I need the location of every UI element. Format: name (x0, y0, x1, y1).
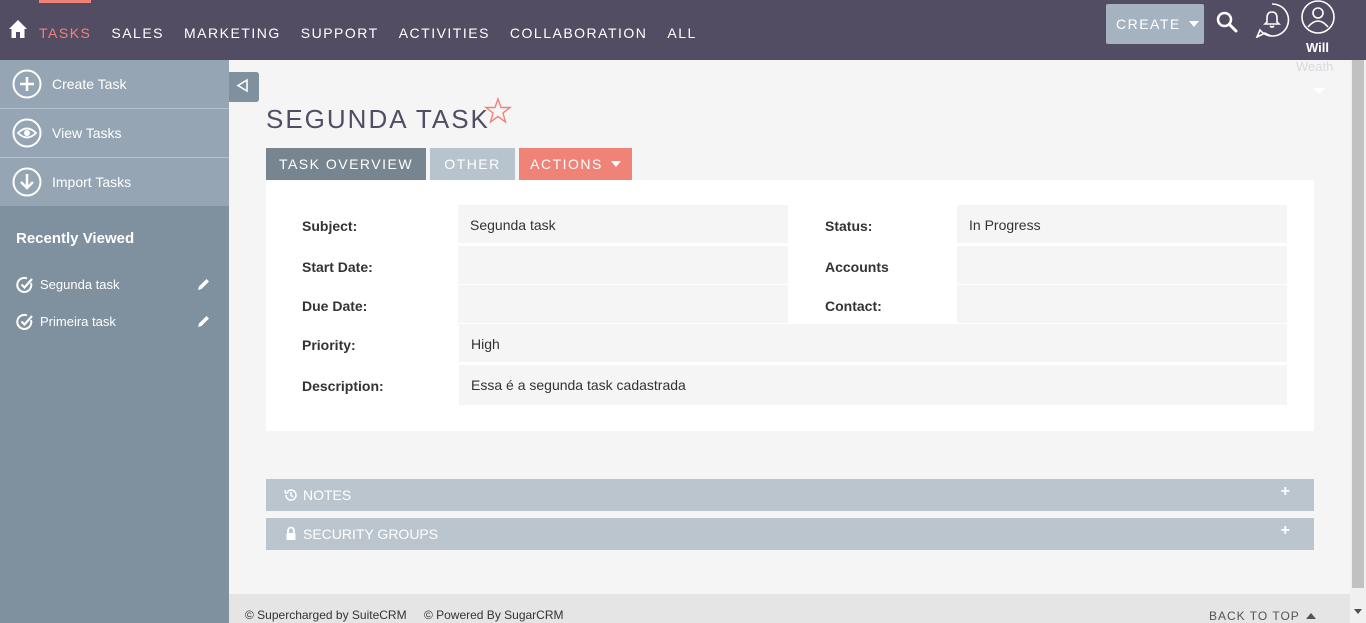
status-label: Status: (825, 218, 873, 234)
recent-item-label: Segunda task (40, 277, 120, 292)
sidebar-action-create-task[interactable]: Create Task (0, 60, 229, 109)
nav-item-marketing[interactable]: MARKETING (184, 0, 281, 60)
task-check-icon (16, 276, 33, 293)
nav-item-activities[interactable]: ACTIVITIES (399, 0, 490, 60)
recently-viewed-heading: Recently Viewed (16, 230, 135, 247)
history-icon (284, 489, 297, 501)
download-icon (12, 167, 42, 197)
priority-label: Priority: (302, 337, 356, 353)
status-value[interactable]: In Progress (957, 205, 1287, 243)
scroll-down-arrow-icon[interactable] (1354, 609, 1362, 614)
scrollbar-thumb[interactable] (1352, 60, 1364, 588)
nav-item-all[interactable]: ALL (667, 0, 696, 60)
accounts-label: Accounts (825, 259, 889, 275)
start-date-label: Start Date: (302, 259, 373, 275)
subpanel-notes-label: NOTES (303, 487, 352, 503)
sidebar-actions: Create Task View Tasks Import Tasks (0, 60, 229, 206)
pencil-icon[interactable] (196, 314, 211, 329)
sidebar: Create Task View Tasks Import Tasks Rece… (0, 60, 229, 623)
recent-item-label: Primeira task (40, 314, 116, 329)
accounts-value[interactable] (957, 246, 1287, 284)
back-to-top-label: BACK TO TOP (1209, 609, 1300, 623)
home-icon[interactable] (8, 19, 28, 39)
nav-menu: TASKS SALES MARKETING SUPPORT ACTIVITIES… (39, 0, 717, 60)
footer-credits: © Supercharged by SuiteCRM © Powered By … (245, 608, 578, 622)
subject-value[interactable]: Segunda task (458, 205, 788, 243)
actions-dropdown[interactable]: ACTIONS (519, 148, 632, 180)
user-name-overflow: Weath (1296, 59, 1334, 74)
description-label: Description: (302, 378, 384, 394)
create-button[interactable]: CREATE (1106, 4, 1204, 44)
recent-item-segunda-task[interactable]: Segunda task (0, 266, 229, 303)
description-value[interactable]: Essa é a segunda task cadastrada (459, 365, 1287, 405)
back-to-top-link[interactable]: BACK TO TOP (1209, 609, 1316, 623)
nav-item-collaboration[interactable]: COLLABORATION (510, 0, 648, 60)
page-scrollbar[interactable] (1350, 60, 1366, 623)
user-menu-caret-icon[interactable] (1313, 88, 1325, 94)
lock-icon (286, 526, 296, 540)
recent-item-primeira-task[interactable]: Primeira task (0, 303, 229, 340)
contact-label: Contact: (825, 298, 882, 314)
task-check-icon (16, 313, 33, 330)
contact-value[interactable] (957, 285, 1287, 323)
sidebar-action-view-tasks[interactable]: View Tasks (0, 109, 229, 158)
detail-panel: Subject: Segunda task Status: In Progres… (266, 180, 1314, 431)
tab-other[interactable]: OTHER (430, 148, 515, 180)
user-name[interactable]: Will (1306, 40, 1329, 55)
favorite-star-icon[interactable] (484, 97, 512, 125)
sidebar-action-label: View Tasks (52, 125, 122, 141)
subpanel-notes[interactable]: NOTES + (266, 479, 1314, 511)
top-nav: TASKS SALES MARKETING SUPPORT ACTIVITIES… (0, 0, 1366, 60)
sidebar-action-import-tasks[interactable]: Import Tasks (0, 158, 229, 206)
subpanel-security-label: SECURITY GROUPS (303, 526, 439, 542)
subject-label: Subject: (302, 218, 358, 234)
suitecrm-credit-link[interactable]: © Supercharged by SuiteCRM (245, 608, 407, 622)
caret-up-icon (1305, 613, 1316, 619)
sidebar-action-label: Create Task (52, 76, 127, 92)
expand-plus-icon[interactable]: + (1281, 522, 1290, 540)
footer: © Supercharged by SuiteCRM © Powered By … (229, 594, 1350, 623)
nav-item-tasks[interactable]: TASKS (39, 0, 92, 60)
eye-icon (12, 118, 42, 148)
caret-down-icon (1188, 21, 1199, 27)
sidebar-action-label: Import Tasks (52, 174, 132, 190)
nav-item-sales[interactable]: SALES (111, 0, 164, 60)
sidebar-collapse-button[interactable] (229, 72, 259, 102)
tab-task-overview[interactable]: TASK OVERVIEW (266, 148, 426, 180)
plus-circle-icon (12, 69, 42, 99)
notifications-bell-icon[interactable] (1254, 2, 1290, 38)
page-title: SEGUNDA TASK (266, 104, 490, 134)
user-avatar-icon[interactable] (1300, 0, 1336, 36)
priority-value[interactable]: High (459, 324, 1287, 362)
expand-plus-icon[interactable]: + (1281, 483, 1290, 501)
caret-down-icon (610, 161, 621, 167)
nav-item-support[interactable]: SUPPORT (301, 0, 379, 60)
search-icon[interactable] (1215, 10, 1239, 34)
sugarcrm-credit-link[interactable]: © Powered By SugarCRM (424, 608, 564, 622)
create-label: CREATE (1116, 16, 1181, 32)
pencil-icon[interactable] (196, 277, 211, 292)
subpanel-security-groups[interactable]: SECURITY GROUPS + (266, 518, 1314, 550)
due-date-value[interactable] (458, 285, 788, 323)
due-date-label: Due Date: (302, 298, 368, 314)
actions-label: ACTIONS (530, 156, 603, 172)
start-date-value[interactable] (458, 246, 788, 284)
